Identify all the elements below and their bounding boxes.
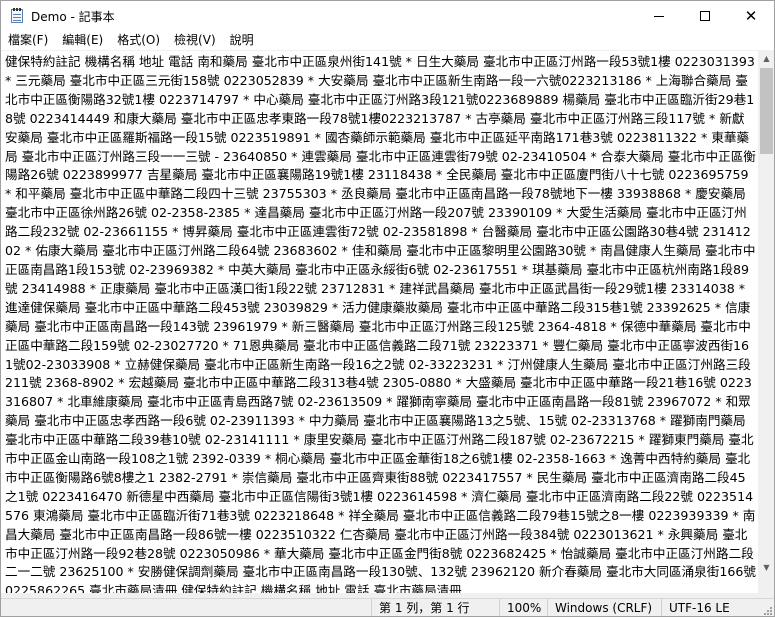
scroll-down-icon[interactable]: ▼ bbox=[758, 559, 774, 576]
status-bar: 第 1 列，第 1 行 100% Windows (CRLF) UTF-16 L… bbox=[1, 598, 774, 616]
minimize-icon bbox=[654, 15, 664, 17]
close-icon: ✕ bbox=[744, 6, 758, 25]
cursor-position: 第 1 列，第 1 行 bbox=[371, 599, 499, 616]
text-editor[interactable]: 健保特約註記 機構名稱 地址 電話 南和藥局 臺北市中正區泉州街141號 * 日… bbox=[1, 50, 758, 593]
vertical-scrollbar[interactable]: ▲ ▼ bbox=[758, 50, 774, 593]
menu-bar: 檔案(F) 編輯(E) 格式(O) 檢視(V) 說明 bbox=[1, 31, 774, 50]
notepad-icon bbox=[9, 8, 25, 24]
minimize-button[interactable] bbox=[636, 1, 682, 31]
menu-edit[interactable]: 編輯(E) bbox=[55, 31, 110, 50]
menu-help[interactable]: 說明 bbox=[223, 31, 261, 50]
menu-file[interactable]: 檔案(F) bbox=[1, 31, 55, 50]
scrollbar-thumb[interactable] bbox=[760, 68, 773, 154]
scroll-up-icon[interactable]: ▲ bbox=[758, 50, 774, 67]
window-title: Demo - 記事本 bbox=[31, 9, 115, 24]
line-ending: Windows (CRLF) bbox=[547, 599, 661, 616]
window-controls: ✕ bbox=[636, 1, 774, 31]
title-bar[interactable]: Demo - 記事本 ✕ bbox=[1, 1, 774, 31]
notepad-window: Demo - 記事本 ✕ 檔案(F) 編輯(E) 格式(O) 檢視(V) 說明 … bbox=[0, 0, 775, 617]
menu-view[interactable]: 檢視(V) bbox=[167, 31, 223, 50]
document-text[interactable]: 健保特約註記 機構名稱 地址 電話 南和藥局 臺北市中正區泉州街141號 * 日… bbox=[5, 53, 756, 593]
resize-grip-icon[interactable] bbox=[762, 605, 772, 615]
maximize-icon bbox=[700, 11, 710, 21]
close-button[interactable]: ✕ bbox=[728, 1, 774, 31]
zoom-level: 100% bbox=[499, 599, 547, 616]
maximize-button[interactable] bbox=[682, 1, 728, 31]
menu-format[interactable]: 格式(O) bbox=[110, 31, 167, 50]
encoding: UTF-16 LE bbox=[661, 599, 761, 616]
